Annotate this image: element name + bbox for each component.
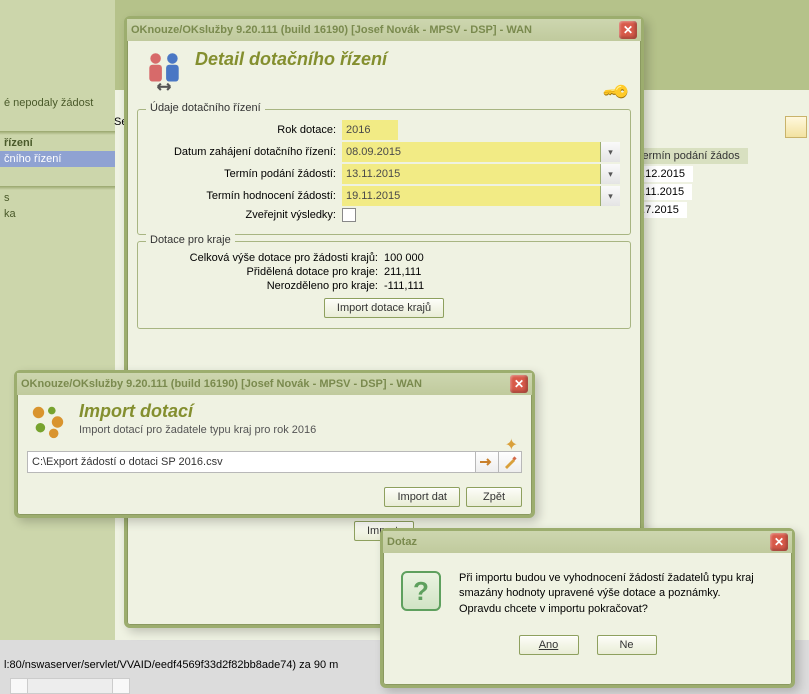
field-hodnoceni-value: 19.11.2015: [346, 190, 400, 202]
left-item-s[interactable]: s: [0, 190, 115, 206]
back-button[interactable]: Zpět: [466, 487, 522, 507]
fieldset-kraje-legend: Dotace pro kraje: [146, 234, 235, 246]
detail-close-button[interactable]: ✕: [619, 21, 637, 39]
field-hodnoceni[interactable]: 19.11.2015 ▾: [342, 186, 620, 206]
detail-dialog-title: Detail dotačního řízení: [195, 49, 387, 70]
import-description: Import dotací pro žadatele typu kraj pro…: [79, 424, 316, 436]
left-item-ka[interactable]: ka: [0, 206, 115, 222]
row-pridelena: Přidělená dotace pro kraje: 211,111: [148, 266, 620, 278]
dropdown-hodnoceni[interactable]: ▾: [600, 186, 620, 206]
row-zahajeni: Datum zahájení dotačního řízení: 08.09.2…: [148, 142, 620, 162]
import-dialog-title: Import dotací: [79, 401, 316, 422]
field-rok-value: 2016: [346, 124, 370, 136]
add-icon[interactable]: ✦: [505, 435, 518, 455]
left-item-cniho-rizeni[interactable]: čního řízení: [0, 151, 115, 167]
field-podani[interactable]: 13.11.2015 ▾: [342, 164, 620, 184]
field-podani-value: 13.11.2015: [346, 168, 400, 180]
field-zahajeni-value: 08.09.2015: [346, 146, 401, 158]
browse-button[interactable]: [475, 451, 499, 473]
value-pridelena: 211,111: [384, 266, 421, 278]
detail-header-area: Detail dotačního řízení 🔑: [127, 41, 641, 103]
dotaz-actions: Ano Ne: [383, 629, 792, 669]
field-rok[interactable]: 2016: [342, 120, 398, 140]
people-exchange-icon: [143, 49, 185, 91]
import-window: OKnouze/OKslužby 9.20.111 (build 16190) …: [14, 370, 535, 518]
import-titlebar[interactable]: OKnouze/OKslužby 9.20.111 (build 16190) …: [17, 373, 532, 395]
dotaz-body: ? Při importu budou ve vyhodnocení žádos…: [383, 553, 792, 629]
key-icon[interactable]: 🔑: [600, 77, 631, 107]
grants-icon: [27, 401, 69, 443]
left-fragment-2: řízení čního řízení: [0, 131, 115, 167]
label-celkova: Celková výše dotace pro žádosti krajů:: [148, 252, 384, 264]
row-nerozdeleno: Nerozděleno pro kraje: -111,111: [148, 280, 620, 292]
left-item-rizeni[interactable]: řízení: [0, 135, 115, 151]
label-pridelena: Přidělená dotace pro kraje:: [148, 266, 384, 278]
import-window-title: OKnouze/OKslužby 9.20.111 (build 16190) …: [21, 378, 510, 390]
label-hodnoceni: Termín hodnocení žádostí:: [148, 190, 342, 202]
label-nerozdeleno: Nerozděleno pro kraje:: [148, 280, 384, 292]
left-item-nepodaly[interactable]: é nepodaly žádost: [0, 95, 115, 111]
label-zahajeni: Datum zahájení dotačního řízení:: [148, 146, 342, 158]
field-zahajeni[interactable]: 08.09.2015 ▾: [342, 142, 620, 162]
import-kraju-button[interactable]: Import dotace krajů: [324, 298, 444, 318]
value-nerozdeleno: -111,111: [384, 280, 424, 292]
import-data-button[interactable]: Import dat: [384, 487, 460, 507]
import-body: C:\Export žádostí o dotaci SP 2016.csv: [17, 445, 532, 479]
fieldset-udaje: Údaje dotačního řízení Rok dotace: 2016 …: [137, 109, 631, 235]
dotaz-window: Dotaz ✕ ? Při importu budou ve vyhodnoce…: [380, 528, 795, 688]
label-podani: Termín podání žádostí:: [148, 168, 342, 180]
fieldset-kraje: Dotace pro kraje Celková výše dotace pro…: [137, 241, 631, 329]
yes-button[interactable]: Ano: [519, 635, 579, 655]
file-path-value: C:\Export žádostí o dotaci SP 2016.csv: [32, 456, 223, 468]
left-fragment-1: é nepodaly žádost: [0, 95, 115, 111]
dotaz-title: Dotaz: [387, 536, 770, 548]
import-actions: Import dat Zpět: [17, 479, 532, 517]
dropdown-zahajeni[interactable]: ▾: [600, 142, 620, 162]
dotaz-line3: Opravdu chcete v importu pokračovat?: [459, 602, 754, 617]
left-fragment-3: s ka: [0, 186, 115, 222]
value-celkova: 100 000: [384, 252, 424, 264]
fieldset-udaje-legend: Údaje dotačního řízení: [146, 102, 265, 114]
back-table-header[interactable]: Termín podání žádos: [628, 148, 748, 164]
file-path-field[interactable]: C:\Export žádostí o dotaci SP 2016.csv: [27, 451, 476, 473]
label-zverejnit: Zveřejnit výsledky:: [148, 209, 342, 221]
import-path-row: C:\Export žádostí o dotaci SP 2016.csv: [27, 451, 522, 473]
detail-window-title: OKnouze/OKslužby 9.20.111 (build 16190) …: [131, 24, 619, 36]
label-rok: Rok dotace:: [148, 124, 342, 136]
import-close-button[interactable]: ✕: [510, 375, 528, 393]
import-header: Import dotací Import dotací pro žadatele…: [17, 395, 532, 445]
detail-titlebar[interactable]: OKnouze/OKslužby 9.20.111 (build 16190) …: [127, 19, 641, 41]
row-podani: Termín podání žádostí: 13.11.2015 ▾: [148, 164, 620, 184]
horizontal-scrollbar[interactable]: [10, 678, 130, 694]
dotaz-line1: Při importu budou ve vyhodnocení žádostí…: [459, 571, 754, 586]
row-hodnoceni: Termín hodnocení žádostí: 19.11.2015 ▾: [148, 186, 620, 206]
checkbox-zverejnit[interactable]: [342, 208, 356, 222]
no-button[interactable]: Ne: [597, 635, 657, 655]
question-icon: ?: [401, 571, 441, 611]
dotaz-text: Při importu budou ve vyhodnocení žádostí…: [459, 571, 754, 617]
dropdown-podani[interactable]: ▾: [600, 164, 620, 184]
toolbar-icon[interactable]: [785, 116, 807, 138]
dotaz-line2: smazány hodnoty upravené výše dotace a p…: [459, 586, 754, 601]
row-zverejnit: Zveřejnit výsledky:: [148, 208, 620, 222]
row-celkova: Celková výše dotace pro žádosti krajů: 1…: [148, 252, 620, 264]
dotaz-close-button[interactable]: ✕: [770, 533, 788, 551]
row-rok: Rok dotace: 2016: [148, 120, 620, 140]
dotaz-titlebar[interactable]: Dotaz ✕: [383, 531, 792, 553]
